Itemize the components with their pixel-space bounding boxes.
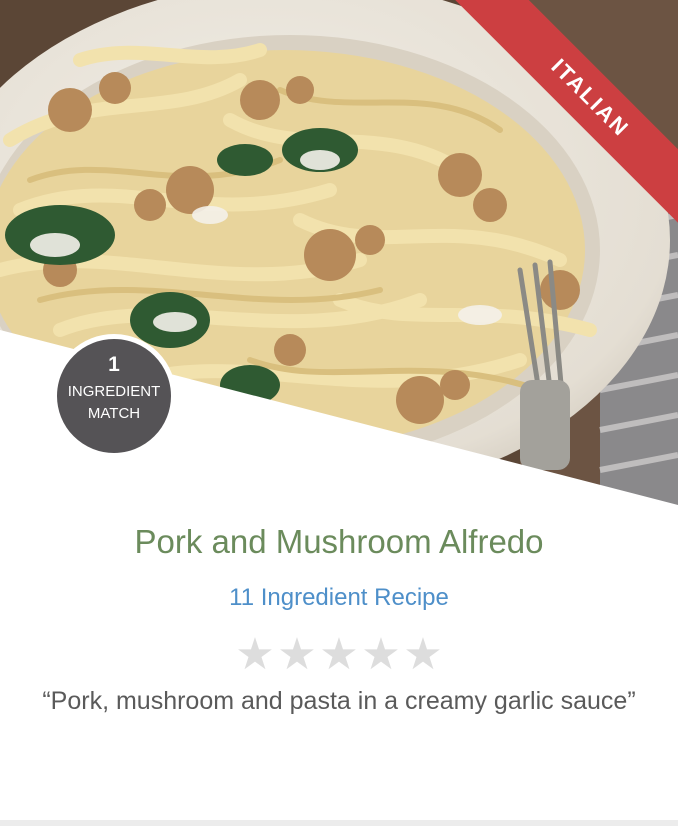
recipe-photo[interactable]: ITALIAN 1 INGREDIENT MATCH [0,0,678,505]
recipe-description: “Pork, mushroom and pasta in a creamy ga… [42,687,636,715]
ingredient-match-label-line1: INGREDIENT [67,383,161,400]
star-icon[interactable]: ★ [276,630,318,680]
recipe-title[interactable]: Pork and Mushroom Alfredo [0,520,678,564]
star-rating[interactable]: ★★★★★ [0,630,678,680]
ingredient-match-badge[interactable]: 1 INGREDIENT MATCH [52,334,176,458]
recipe-card[interactable]: ITALIAN 1 INGREDIENT MATCH Pork and Mush… [0,0,678,826]
star-icon[interactable]: ★ [360,630,402,680]
ingredient-match-count: 1 [108,353,120,376]
star-icon[interactable]: ★ [402,630,444,680]
ingredient-match-label-line2: MATCH [87,405,141,422]
star-icon[interactable]: ★ [234,630,276,680]
ingredient-count-link[interactable]: 11 Ingredient Recipe [0,580,678,616]
card-divider [0,820,678,826]
star-icon[interactable]: ★ [318,630,360,680]
